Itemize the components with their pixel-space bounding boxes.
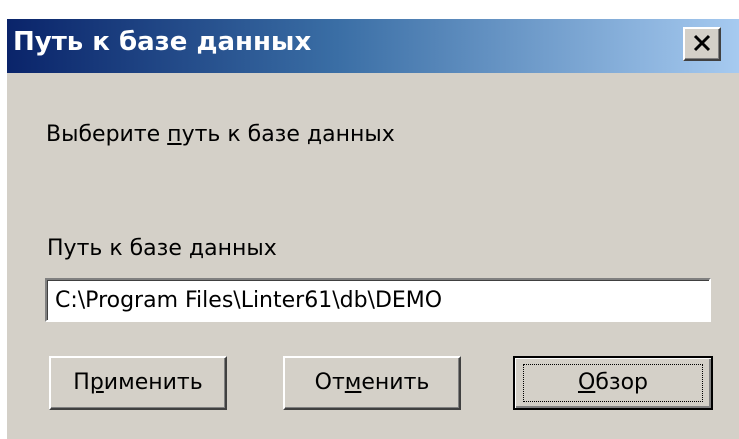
cancel-accel-key: м	[344, 370, 362, 395]
cancel-button-label: Отменить	[315, 370, 430, 395]
apply-button[interactable]: Применить	[49, 356, 227, 410]
path-input[interactable]	[45, 278, 711, 322]
cancel-label-part: енить	[361, 370, 430, 395]
close-icon	[693, 34, 711, 52]
window-title: Путь к базе данных	[13, 27, 312, 57]
cancel-button[interactable]: Отменить	[283, 356, 461, 410]
browse-button[interactable]: Обзор	[513, 356, 713, 410]
instruction-text: Выберите путь к базе данных	[46, 122, 395, 147]
path-field-label: Путь к базе данных	[47, 236, 277, 261]
apply-label-part: П	[73, 370, 90, 395]
instruction-text-part: Выберите	[46, 122, 168, 147]
instruction-text-part: уть к базе данных	[181, 122, 395, 147]
apply-accel-key: р	[89, 370, 104, 395]
apply-button-label: Применить	[73, 370, 202, 395]
close-button[interactable]	[683, 27, 721, 61]
cancel-label-part: От	[314, 370, 345, 395]
instruction-accel-key: п	[167, 122, 182, 147]
path-dialog: Путь к базе данных Выберите путь к базе …	[5, 17, 739, 439]
apply-label-part: именить	[103, 370, 203, 395]
browse-accel-key: О	[577, 370, 596, 395]
browse-label-part: бзор	[595, 370, 649, 395]
title-bar[interactable]: Путь к базе данных	[7, 19, 739, 73]
browse-button-label: Обзор	[578, 370, 648, 395]
